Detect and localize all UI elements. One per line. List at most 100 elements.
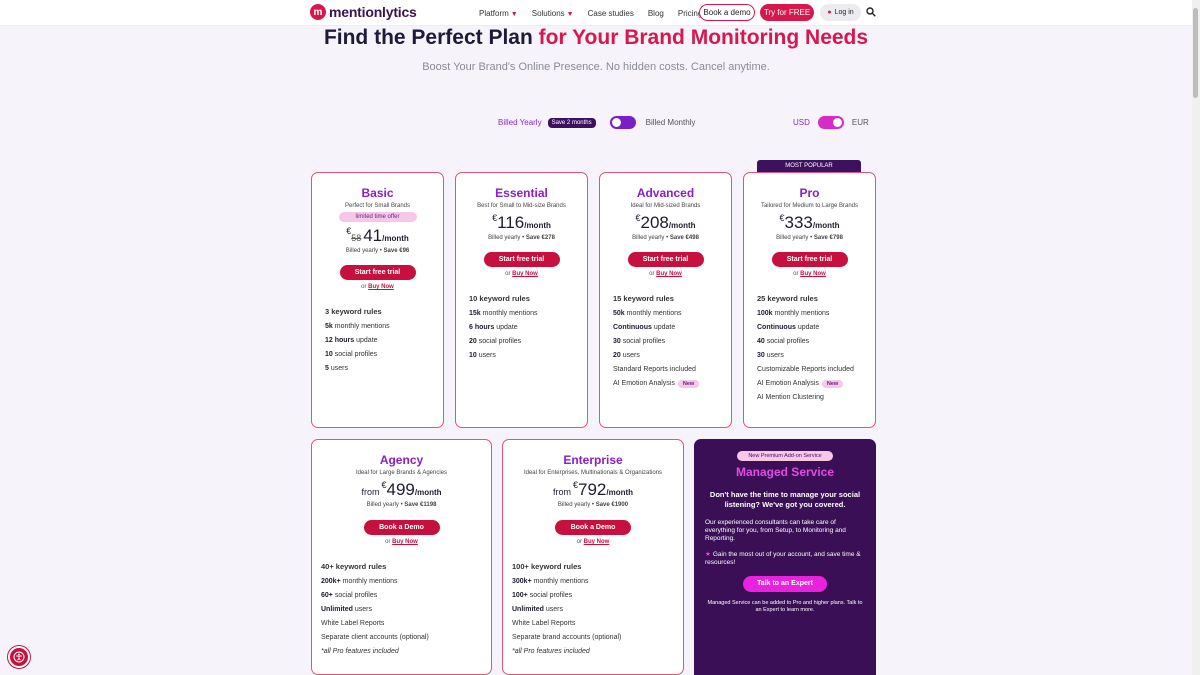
- login-label: Log in: [834, 9, 854, 16]
- feature-label: 3 keyword rules: [325, 307, 382, 316]
- billed-yearly-label[interactable]: Billed Yearly: [498, 118, 542, 127]
- managed-question: Don't have the time to manage your socia…: [709, 490, 861, 509]
- feature-label: 25 keyword rules: [757, 294, 818, 303]
- managed-description: Our experienced consultants can take car…: [705, 519, 846, 542]
- feature-rest: users: [543, 606, 563, 613]
- buy-now-link[interactable]: Buy Now: [512, 271, 538, 277]
- plan-name: Enterprise: [563, 453, 623, 467]
- feature-bold: 12 hours: [325, 337, 355, 344]
- buy-now-row: or Buy Now: [600, 271, 731, 277]
- price: €116/month: [456, 213, 587, 233]
- try-free-button[interactable]: Try for FREE: [760, 4, 814, 21]
- price-amount: 333: [784, 213, 813, 232]
- scrollbar[interactable]: [1192, 0, 1200, 675]
- plan-cta-button[interactable]: Start free trial: [339, 265, 416, 280]
- scroll-thumb[interactable]: [1193, 8, 1198, 98]
- feature-bold: Continuous: [757, 324, 796, 331]
- plan-name: Basic: [361, 186, 394, 200]
- feature-rest: update: [354, 337, 378, 344]
- plan-cta-button[interactable]: Start free trial: [771, 252, 848, 267]
- plan-cta-button[interactable]: Start free trial: [483, 252, 560, 267]
- feature-item: 10 users: [469, 349, 587, 363]
- feature-item: 20 users: [613, 349, 731, 363]
- feature-rest: social profiles: [620, 338, 666, 345]
- price-amount: 41: [363, 226, 383, 245]
- plan-cta-button[interactable]: Book a Demo: [555, 520, 631, 535]
- feature-label: White Label Reports: [321, 620, 385, 627]
- save-amount: Save €1198: [404, 502, 437, 508]
- feature-rest: users: [764, 352, 784, 359]
- billing-switch[interactable]: [609, 116, 636, 129]
- lightbulb-icon: ★: [705, 551, 711, 558]
- usd-label[interactable]: USD: [793, 118, 810, 127]
- feature-label: Customizable Reports included: [757, 366, 854, 373]
- buy-now-row: or Buy Now: [744, 271, 875, 277]
- plan-cta-button[interactable]: Start free trial: [627, 252, 704, 267]
- addon-pill: New Premium Add-on Service: [737, 451, 833, 461]
- price: from€499/month: [312, 480, 491, 500]
- feature-bold: 200k+: [321, 578, 341, 585]
- feature-item: *all Pro features included: [512, 645, 683, 659]
- buy-now-link[interactable]: Buy Now: [656, 271, 682, 277]
- offer-badge: limited time offer: [338, 212, 417, 222]
- new-badge: New: [821, 380, 844, 388]
- login-button[interactable]: ● Log in: [820, 4, 861, 21]
- feature-item: AI Emotion Analysis New: [613, 377, 731, 391]
- feature-rest: social profiles: [527, 592, 573, 599]
- plan-tagline: Tailored for Medium to Large Brands: [760, 203, 859, 209]
- book-demo-button[interactable]: Book a demo: [699, 4, 755, 21]
- buy-now-link[interactable]: Buy Now: [584, 539, 610, 545]
- old-price: 58: [351, 233, 362, 243]
- feature-item: Continuous update: [613, 321, 731, 335]
- price-from: from: [361, 487, 380, 497]
- billing-toggle: Billed Yearly Save 2 months Billed Month…: [498, 116, 695, 129]
- or-label: or: [793, 271, 799, 277]
- feature-bold: Unlimited: [512, 606, 544, 613]
- feature-item: AI Emotion Analysis New: [757, 377, 875, 391]
- plan-name: Advanced: [636, 186, 695, 200]
- feature-item: 10 keyword rules: [469, 292, 587, 306]
- feature-bold: 20: [613, 352, 621, 359]
- feature-item: Separate client accounts (optional): [321, 631, 491, 645]
- talk-to-expert-button[interactable]: Talk to an Expert: [743, 576, 827, 592]
- price-from: from: [552, 487, 571, 497]
- price: €333/month: [744, 213, 875, 233]
- buy-now-row: or Buy Now: [312, 539, 491, 545]
- or-label: or: [649, 271, 655, 277]
- feature-label: Standard Reports included: [613, 366, 696, 373]
- buy-now-link[interactable]: Buy Now: [800, 271, 826, 277]
- plan-card-agency: Agency Ideal for Large Brands & Agencies f…: [311, 439, 492, 675]
- feature-item: Standard Reports included: [613, 363, 731, 377]
- feature-bold: 100+: [512, 592, 528, 599]
- switch-knob: [611, 118, 621, 127]
- price-amount: 792: [577, 480, 607, 499]
- billed-monthly-label[interactable]: Billed Monthly: [646, 118, 696, 127]
- feature-label: Separate brand accounts (optional): [512, 634, 622, 641]
- save-amount: Save €278: [525, 235, 555, 241]
- accessibility-icon[interactable]: [8, 646, 30, 668]
- logo[interactable]: m mentionlytics: [310, 4, 417, 20]
- search-icon[interactable]: [866, 7, 876, 17]
- or-label: or: [361, 284, 367, 290]
- nav-link-blog[interactable]: Blog: [648, 9, 664, 18]
- feature-rest: social profiles: [476, 338, 522, 345]
- nav-link-solutions[interactable]: Solutions ▼: [532, 9, 574, 18]
- plan-cta-button[interactable]: Book a Demo: [363, 520, 440, 535]
- or-label: or: [505, 271, 511, 277]
- nav-link-platform[interactable]: Platform ▼: [479, 9, 518, 18]
- feature-item: 5 users: [325, 362, 443, 376]
- feature-bold: 100k: [757, 310, 773, 317]
- currency-switch[interactable]: [817, 116, 844, 129]
- buy-now-link[interactable]: Buy Now: [368, 284, 394, 290]
- billed-label: Billed yearly: [557, 502, 591, 508]
- feature-item: 10 social profiles: [325, 348, 443, 362]
- price: €58 41/month: [312, 226, 443, 246]
- new-badge: New: [677, 380, 700, 388]
- eur-label[interactable]: EUR: [852, 118, 869, 127]
- nav-link-case-studies[interactable]: Case studies: [588, 9, 634, 18]
- save-amount: Save €96: [383, 248, 410, 254]
- buy-now-link[interactable]: Buy Now: [392, 539, 418, 545]
- plan-card-pro: Pro Tailored for Medium to Large Brands €3…: [743, 172, 876, 428]
- price-period: /month: [606, 488, 634, 497]
- feature-bold: 300k+: [512, 578, 532, 585]
